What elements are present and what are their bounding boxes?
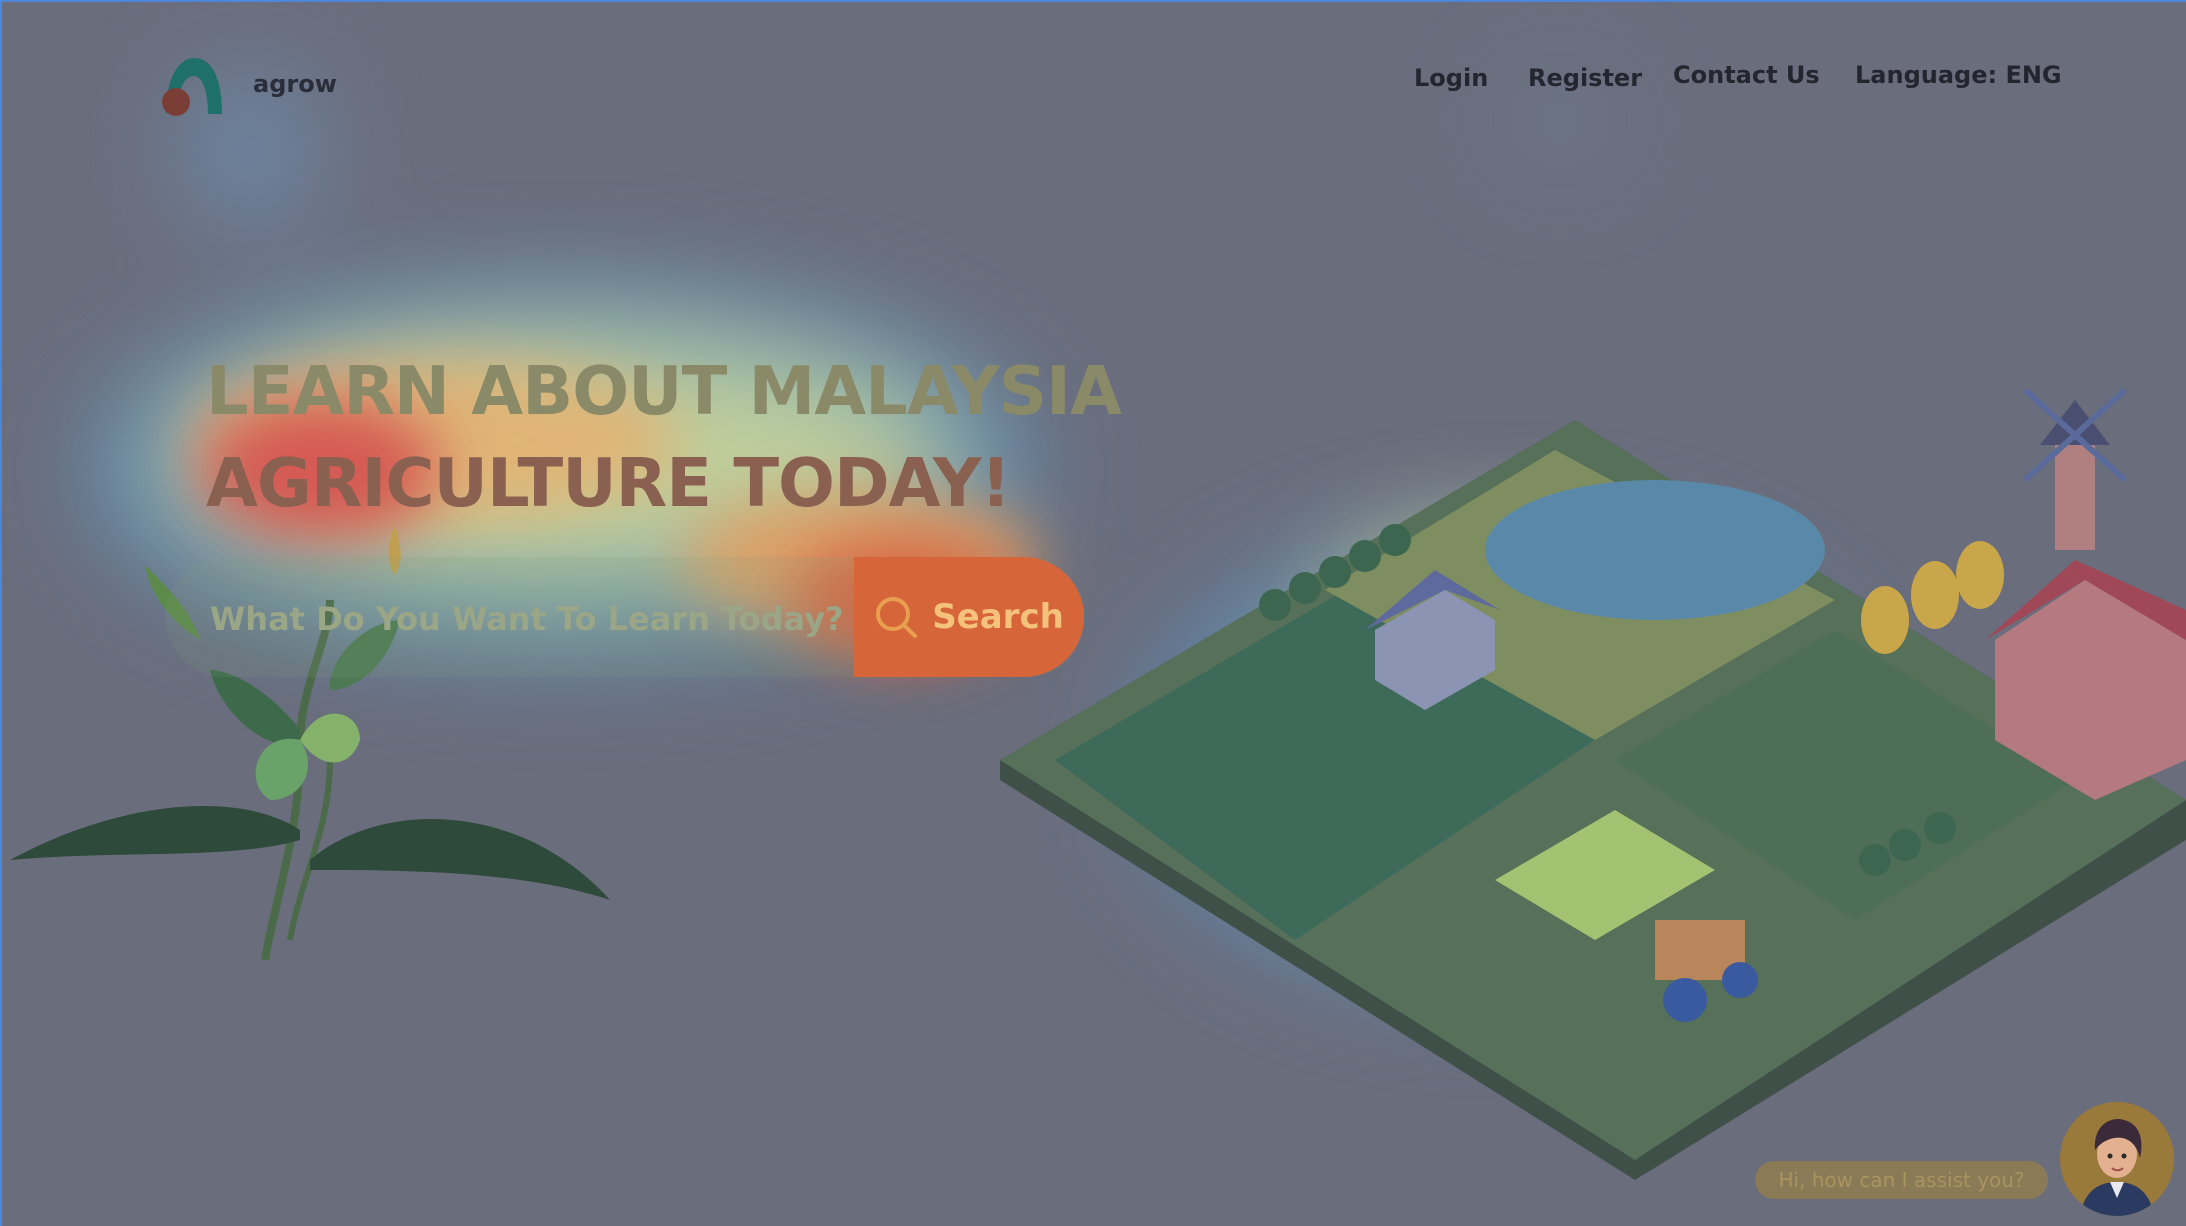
search-button-label: Search bbox=[932, 597, 1064, 637]
hero-title-line2: AGRICULTURE TODAY! bbox=[206, 444, 1011, 522]
assistant-avatar-image bbox=[2060, 1102, 2174, 1216]
nav-language[interactable]: Language: ENG bbox=[1855, 61, 2062, 89]
nav-register[interactable]: Register bbox=[1528, 64, 1642, 92]
nav-contact-us[interactable]: Contact Us bbox=[1673, 61, 1820, 89]
agrow-logo[interactable] bbox=[160, 56, 224, 120]
hero-title-line1: LEARN ABOUT MALAYSIA bbox=[206, 352, 1122, 430]
assistant-avatar[interactable] bbox=[2060, 1102, 2174, 1216]
hero-title: LEARN ABOUT MALAYSIA AGRICULTURE TODAY! bbox=[206, 345, 1122, 529]
search-button[interactable]: Search bbox=[854, 557, 1084, 677]
nav-login[interactable]: Login bbox=[1414, 64, 1488, 92]
chat-prompt[interactable]: Hi, how can I assist you? bbox=[1755, 1161, 2048, 1199]
search-icon bbox=[876, 597, 918, 638]
farm-illustration bbox=[1000, 387, 2186, 1180]
search-input[interactable] bbox=[208, 590, 852, 648]
brand-name[interactable]: agrow bbox=[253, 70, 337, 98]
